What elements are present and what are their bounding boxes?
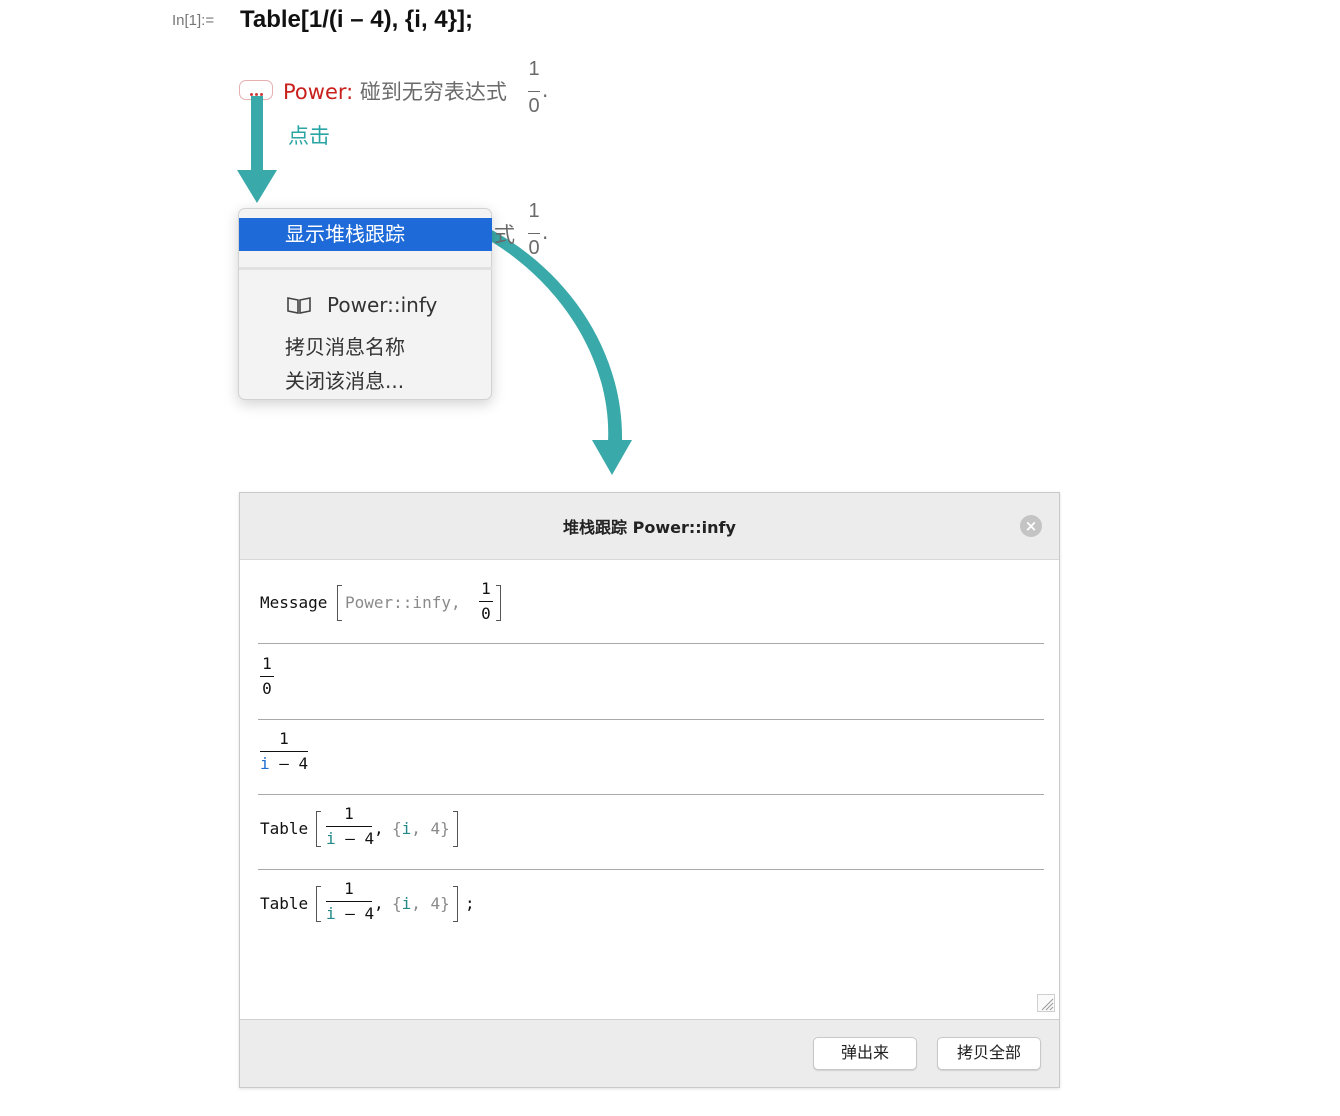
row-message-fraction: 1 0 [479, 579, 493, 623]
close-icon[interactable]: × [1020, 515, 1042, 537]
row-table-fraction: 1 i – 4 [326, 804, 375, 848]
row-fraction-1-0: 1 0 [260, 654, 274, 698]
context-menu: 显示堆栈跟踪 Power::infy 拷贝消息名称 关闭该消息... [238, 208, 492, 400]
row-table-iterator-2: {i, 4} [392, 894, 450, 913]
resize-grip-icon[interactable] [1037, 994, 1055, 1012]
row-table-fraction-2: 1 i – 4 [326, 879, 375, 923]
dialog-title: 堆栈跟踪 Power::infy [563, 518, 736, 537]
menu-item-copy-name[interactable]: 拷贝消息名称 [285, 331, 405, 360]
row-table-iterator: {i, 4} [392, 819, 450, 838]
dialog-footer: 弹出来 拷贝全部 [240, 1019, 1059, 1087]
curved-arrow-icon [482, 228, 623, 442]
row-message-head: Message [260, 593, 328, 612]
row-table-head: Table [260, 819, 309, 838]
menu-item-close-message[interactable]: 关闭该消息... [285, 365, 404, 394]
menu-item-show-stack-trace[interactable]: 显示堆栈跟踪 [239, 218, 492, 251]
message-fraction-2: 1 0 [528, 200, 540, 259]
row-message-arg: Power::infy, [345, 593, 461, 612]
arrow-down-icon [237, 96, 277, 203]
popout-button[interactable]: 弹出来 [813, 1037, 917, 1070]
copy-all-button[interactable]: 拷贝全部 [937, 1037, 1041, 1070]
dialog-header: 堆栈跟踪 Power::infy × [240, 493, 1059, 560]
row-fraction-i-4: 1 i – 4 [260, 729, 309, 773]
row-table-head-2: Table [260, 894, 309, 913]
book-icon [287, 297, 311, 314]
stack-trace-dialog: 堆栈跟踪 Power::infy × Message Power::infy, … [239, 492, 1060, 1088]
menu-item-doc-link[interactable]: Power::infy [327, 293, 437, 317]
menu-separator [239, 267, 492, 270]
